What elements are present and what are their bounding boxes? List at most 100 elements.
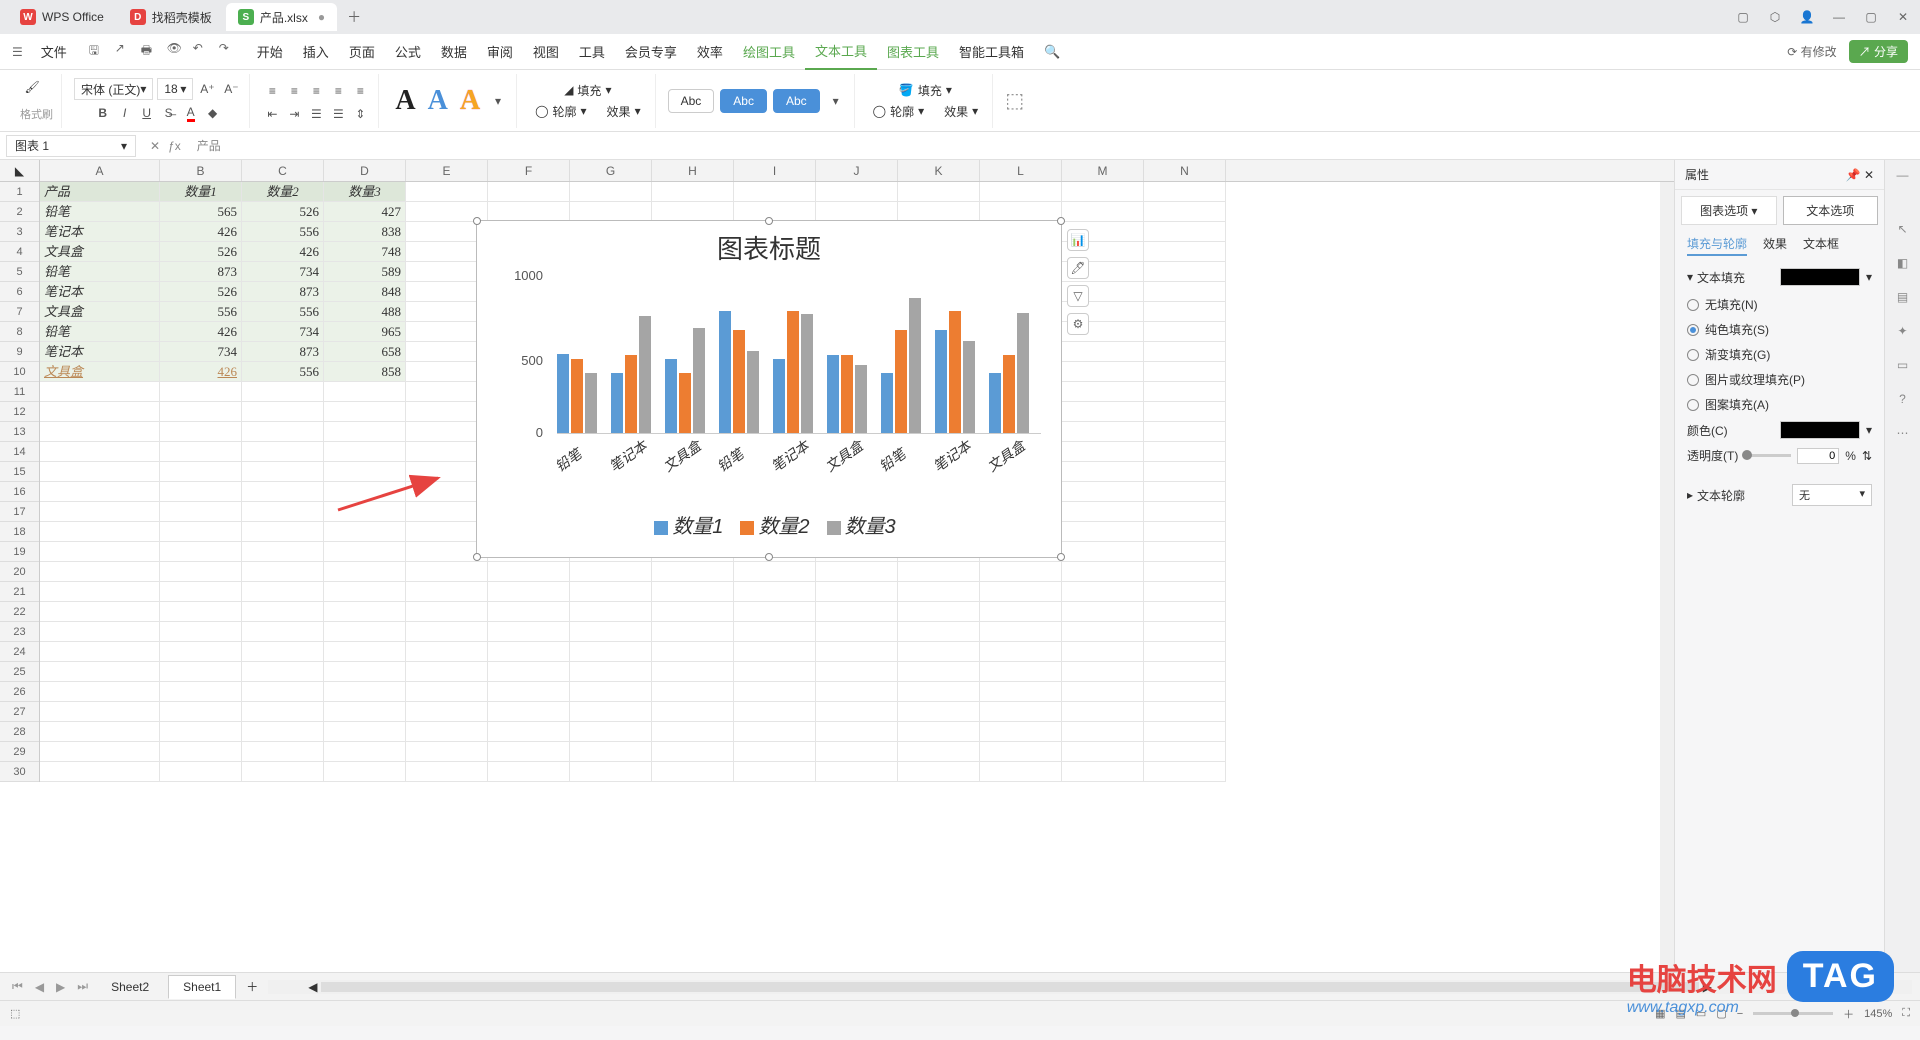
cell[interactable] bbox=[734, 562, 816, 582]
cell[interactable] bbox=[488, 702, 570, 722]
cell[interactable] bbox=[652, 642, 734, 662]
minimize-button[interactable]: — bbox=[1830, 10, 1848, 24]
cell[interactable] bbox=[1062, 362, 1144, 382]
underline-icon[interactable]: U bbox=[137, 103, 157, 123]
cell[interactable] bbox=[980, 622, 1062, 642]
chart-bar[interactable] bbox=[625, 355, 637, 433]
fill-opt-solid[interactable]: 纯色填充(S) bbox=[1687, 317, 1872, 342]
share-button[interactable]: ↗ 分享 bbox=[1849, 40, 1908, 63]
col-header[interactable]: F bbox=[488, 160, 570, 181]
row-header[interactable]: 8 bbox=[0, 322, 39, 342]
menu-view[interactable]: 视图 bbox=[523, 34, 569, 70]
cell[interactable] bbox=[406, 562, 488, 582]
numlist-icon[interactable]: ☰ bbox=[328, 104, 348, 124]
cell[interactable] bbox=[406, 642, 488, 662]
cell[interactable] bbox=[1144, 562, 1226, 582]
cell[interactable]: 笔记本 bbox=[40, 222, 160, 242]
cell[interactable] bbox=[816, 602, 898, 622]
cell[interactable] bbox=[980, 682, 1062, 702]
cell[interactable] bbox=[40, 462, 160, 482]
cell[interactable] bbox=[40, 522, 160, 542]
formula-input[interactable]: 产品 bbox=[189, 137, 1920, 154]
cell[interactable] bbox=[1062, 622, 1144, 642]
col-header[interactable]: C bbox=[242, 160, 324, 181]
transparency-slider[interactable] bbox=[1744, 454, 1791, 457]
cell[interactable] bbox=[1062, 442, 1144, 462]
chart-bar[interactable] bbox=[949, 311, 961, 433]
cell[interactable] bbox=[242, 762, 324, 782]
cell[interactable] bbox=[1144, 222, 1226, 242]
status-mode-icon[interactable]: ⬚ bbox=[10, 1007, 20, 1020]
cell[interactable] bbox=[324, 582, 406, 602]
cell[interactable] bbox=[652, 622, 734, 642]
close-button[interactable]: ✕ bbox=[1894, 10, 1912, 24]
zoom-in-icon[interactable]: ＋ bbox=[1843, 1006, 1854, 1022]
col-header[interactable]: L bbox=[980, 160, 1062, 181]
cell[interactable] bbox=[242, 422, 324, 442]
cell[interactable] bbox=[980, 202, 1062, 222]
cell[interactable] bbox=[652, 582, 734, 602]
shape-effect-dd[interactable]: 效果 ▾ bbox=[938, 101, 984, 122]
menu-member[interactable]: 会员专享 bbox=[615, 34, 687, 70]
cell[interactable] bbox=[816, 722, 898, 742]
cell[interactable] bbox=[734, 622, 816, 642]
cell[interactable] bbox=[898, 582, 980, 602]
cell[interactable] bbox=[898, 622, 980, 642]
text-effect-dd[interactable]: 效果 ▾ bbox=[601, 101, 647, 122]
indent-dec-icon[interactable]: ⇤ bbox=[262, 104, 282, 124]
shape-style-1[interactable]: Abc bbox=[668, 89, 715, 113]
save-icon[interactable]: 🖫 bbox=[89, 41, 105, 62]
sheet-tab-sheet2[interactable]: Sheet2 bbox=[96, 975, 164, 999]
cell[interactable] bbox=[160, 522, 242, 542]
cell[interactable] bbox=[40, 582, 160, 602]
cell[interactable] bbox=[734, 722, 816, 742]
new-tab-button[interactable]: ＋ bbox=[345, 8, 363, 26]
cell[interactable]: 文具盒 bbox=[40, 242, 160, 262]
cell[interactable] bbox=[324, 682, 406, 702]
cell[interactable] bbox=[488, 622, 570, 642]
cell[interactable] bbox=[40, 682, 160, 702]
tab-text-options[interactable]: 文本选项 bbox=[1783, 196, 1879, 225]
cell[interactable] bbox=[242, 582, 324, 602]
cell[interactable] bbox=[570, 562, 652, 582]
name-box[interactable]: 图表 1▾ bbox=[6, 135, 136, 157]
layers-icon[interactable]: ▤ bbox=[1897, 290, 1908, 304]
fill-color-preview[interactable] bbox=[1780, 268, 1860, 286]
cell[interactable] bbox=[242, 562, 324, 582]
cell[interactable] bbox=[1062, 642, 1144, 662]
menu-efficiency[interactable]: 效率 bbox=[687, 34, 733, 70]
menu-start[interactable]: 开始 bbox=[247, 34, 293, 70]
fill-opt-gradient[interactable]: 渐变填充(G) bbox=[1687, 342, 1872, 367]
cell[interactable] bbox=[40, 602, 160, 622]
list-icon[interactable]: ☰ bbox=[306, 104, 326, 124]
col-header[interactable]: G bbox=[570, 160, 652, 181]
cell[interactable]: 526 bbox=[160, 282, 242, 302]
resize-handle[interactable] bbox=[765, 553, 773, 561]
cell[interactable] bbox=[40, 382, 160, 402]
increase-font-icon[interactable]: A⁺ bbox=[197, 79, 217, 99]
cell[interactable] bbox=[980, 742, 1062, 762]
undo-icon[interactable]: ↶ bbox=[193, 41, 209, 62]
cell[interactable] bbox=[488, 582, 570, 602]
chart-bar[interactable] bbox=[747, 351, 759, 433]
cell[interactable] bbox=[570, 722, 652, 742]
cell[interactable] bbox=[242, 742, 324, 762]
cell[interactable] bbox=[652, 762, 734, 782]
cell[interactable] bbox=[324, 762, 406, 782]
cell[interactable] bbox=[1144, 482, 1226, 502]
cell[interactable] bbox=[816, 742, 898, 762]
spacing-icon[interactable]: ⇕ bbox=[350, 104, 370, 124]
cell[interactable]: 数量3 bbox=[324, 182, 406, 202]
cell[interactable] bbox=[324, 642, 406, 662]
fullscreen-icon[interactable]: ⛶ bbox=[1902, 1007, 1910, 1020]
chart-bar[interactable] bbox=[693, 328, 705, 433]
cell[interactable]: 873 bbox=[160, 262, 242, 282]
pin-icon[interactable]: 📌 bbox=[1846, 168, 1861, 182]
cell[interactable] bbox=[1062, 722, 1144, 742]
cell[interactable] bbox=[980, 602, 1062, 622]
chart-filter-icon[interactable]: ▽ bbox=[1067, 285, 1089, 307]
menu-formula[interactable]: 公式 bbox=[385, 34, 431, 70]
cell[interactable] bbox=[980, 642, 1062, 662]
library-icon[interactable]: ▭ bbox=[1897, 358, 1908, 372]
wordart-style-3[interactable]: A bbox=[456, 85, 484, 117]
